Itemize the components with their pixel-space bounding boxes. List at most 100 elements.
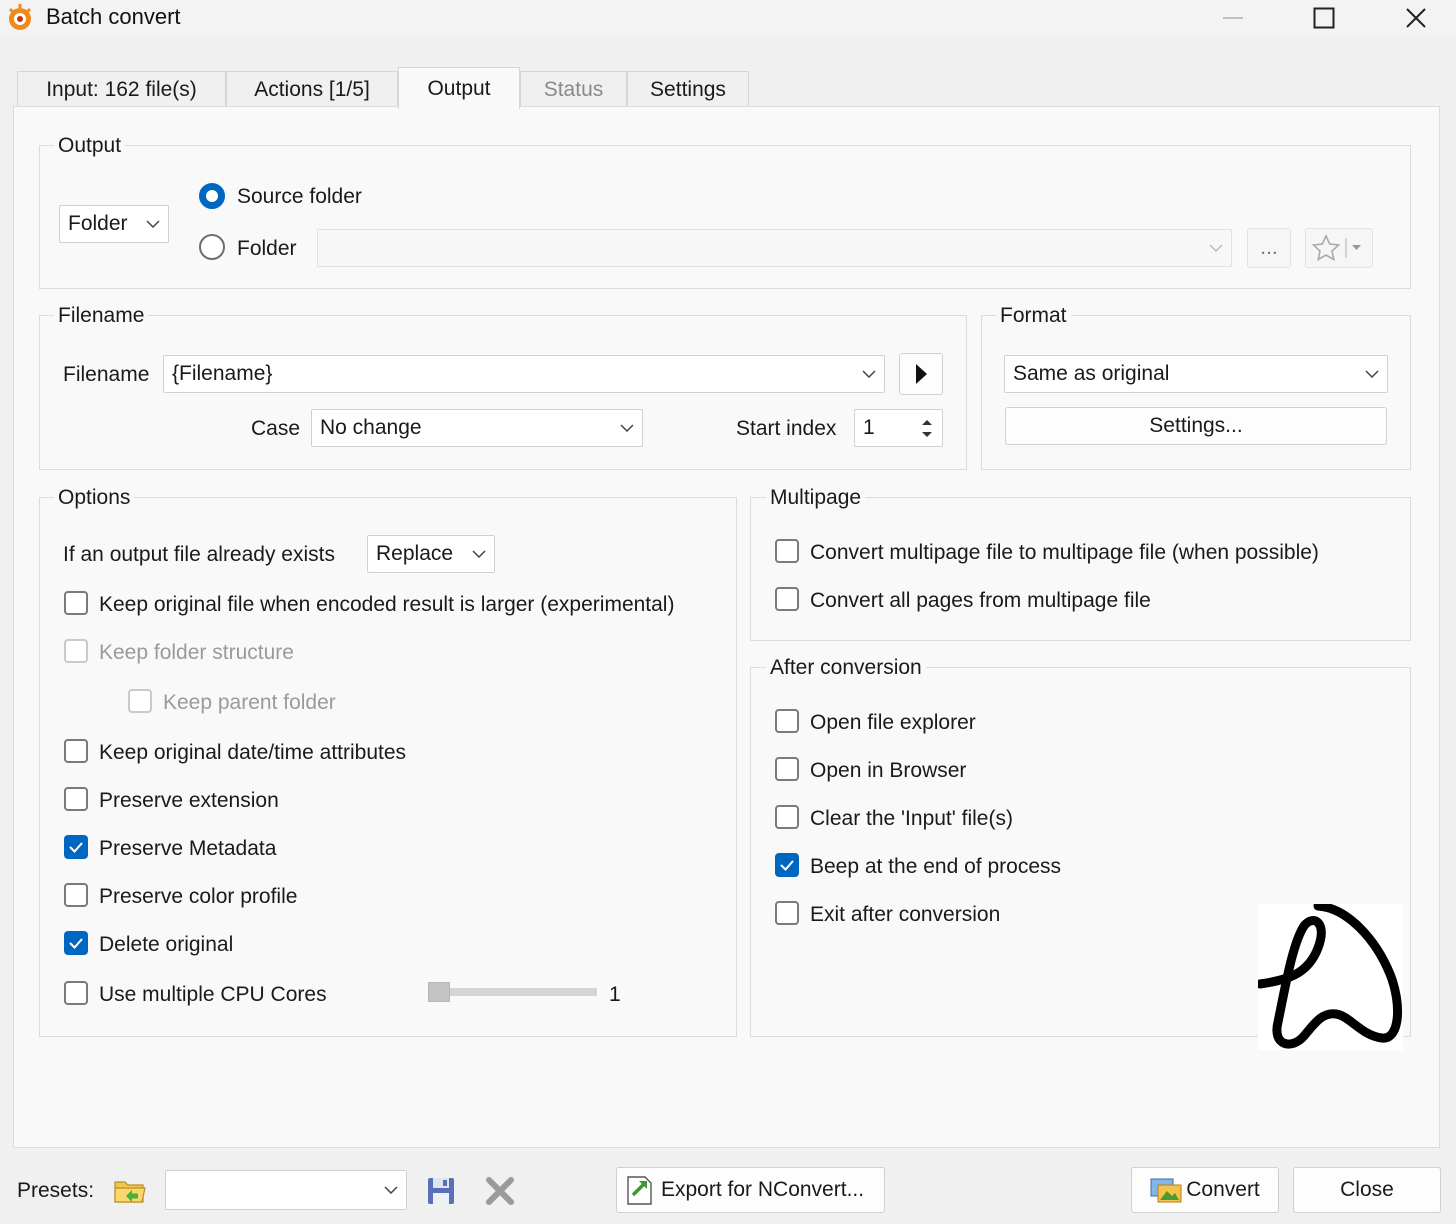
multipage-group-label: Multipage xyxy=(766,487,866,509)
exit-after-conversion-label: Exit after conversion xyxy=(810,903,1001,926)
filename-group-label: Filename xyxy=(54,305,149,327)
signature-logo-icon xyxy=(1255,901,1403,1049)
preserve-color-profile-checkbox[interactable] xyxy=(64,883,88,907)
open-in-browser-checkbox[interactable] xyxy=(775,757,799,781)
folder-radio[interactable] xyxy=(199,234,225,260)
keep-folder-structure-label: Keep folder structure xyxy=(99,641,294,664)
spin-arrows-icon[interactable] xyxy=(912,410,942,446)
start-index-label: Start index xyxy=(736,417,837,440)
star-icon xyxy=(1311,234,1361,262)
file-exists-select[interactable]: Replace xyxy=(367,535,495,573)
output-group-label: Output xyxy=(54,135,126,157)
chevron-down-icon xyxy=(854,370,884,378)
filename-label: Filename xyxy=(63,363,150,386)
keep-original-larger-label: Keep original file when encoded result i… xyxy=(99,593,675,616)
cpu-cores-value: 1 xyxy=(609,983,621,1006)
keep-original-larger-checkbox[interactable] xyxy=(64,591,88,615)
xnview-logo-icon xyxy=(8,4,32,30)
presets-label: Presets: xyxy=(17,1179,95,1202)
keep-folder-structure-checkbox xyxy=(64,639,88,663)
output-type-select[interactable]: Folder xyxy=(59,205,169,243)
format-settings-button[interactable]: Settings... xyxy=(1005,407,1387,445)
save-disk-icon xyxy=(428,1178,454,1204)
maximize-button[interactable] xyxy=(1278,0,1370,36)
browse-folder-button[interactable]: ... xyxy=(1247,228,1291,268)
close-button[interactable]: Close xyxy=(1293,1167,1441,1213)
insert-variable-button[interactable] xyxy=(899,353,943,395)
tab-output[interactable]: Output xyxy=(398,67,520,109)
case-label: Case xyxy=(251,417,301,440)
chevron-down-icon xyxy=(612,424,642,432)
delete-x-icon xyxy=(486,1177,514,1205)
multiple-cpu-cores-label: Use multiple CPU Cores xyxy=(99,983,327,1006)
convert-images-icon xyxy=(1150,1178,1182,1203)
cpu-cores-slider[interactable] xyxy=(430,988,597,996)
chevron-down-icon xyxy=(1201,244,1231,252)
open-file-explorer-checkbox[interactable] xyxy=(775,709,799,733)
start-index-spinbox[interactable]: 1 xyxy=(854,409,943,447)
keep-parent-folder-checkbox xyxy=(128,689,152,713)
format-group-label: Format xyxy=(996,305,1071,327)
open-preset-button[interactable] xyxy=(113,1174,147,1206)
window-title: Batch convert xyxy=(46,4,181,29)
beep-at-end-checkbox[interactable] xyxy=(775,853,799,877)
maximize-icon xyxy=(1313,7,1335,29)
keep-date-time-label: Keep original date/time attributes xyxy=(99,741,407,764)
play-arrow-icon xyxy=(916,364,927,384)
preserve-extension-checkbox[interactable] xyxy=(64,787,88,811)
case-select[interactable]: No change xyxy=(311,409,643,447)
preserve-metadata-label: Preserve Metadata xyxy=(99,837,277,860)
chevron-down-icon xyxy=(1357,370,1387,378)
preserve-metadata-checkbox[interactable] xyxy=(64,835,88,859)
export-nconvert-button[interactable]: Export for NConvert... xyxy=(616,1167,885,1213)
filename-pattern-input[interactable]: {Filename} xyxy=(163,355,885,393)
tab-actions[interactable]: Actions [1/5] xyxy=(226,71,398,107)
tab-settings[interactable]: Settings xyxy=(627,71,749,107)
after-conversion-group-label: After conversion xyxy=(766,657,926,679)
source-folder-radio[interactable] xyxy=(199,183,225,209)
convert-all-pages-checkbox[interactable] xyxy=(775,587,799,611)
folder-open-icon xyxy=(114,1181,146,1203)
presets-select[interactable] xyxy=(165,1170,407,1210)
convert-button[interactable]: Convert xyxy=(1131,1167,1279,1213)
multiple-cpu-cores-checkbox[interactable] xyxy=(64,981,88,1005)
format-select[interactable]: Same as original xyxy=(1004,355,1388,393)
multipage-to-multipage-checkbox[interactable] xyxy=(775,539,799,563)
file-exists-label: If an output file already exists xyxy=(63,543,335,566)
clear-input-files-label: Clear the 'Input' file(s) xyxy=(810,807,1013,830)
checkmark-icon xyxy=(69,842,83,853)
cpu-cores-slider-thumb[interactable] xyxy=(428,982,450,1002)
delete-original-label: Delete original xyxy=(99,933,234,956)
clear-input-files-checkbox[interactable] xyxy=(775,805,799,829)
close-icon xyxy=(1406,8,1426,28)
open-file-explorer-label: Open file explorer xyxy=(810,711,976,734)
folder-path-input[interactable] xyxy=(317,229,1232,267)
minimize-button[interactable] xyxy=(1187,0,1279,36)
multipage-group xyxy=(750,497,1411,641)
save-preset-button[interactable] xyxy=(426,1176,456,1206)
delete-preset-button[interactable] xyxy=(485,1176,515,1206)
minimize-icon xyxy=(1223,17,1243,19)
source-folder-label: Source folder xyxy=(237,185,362,208)
chevron-down-icon xyxy=(376,1186,406,1194)
convert-all-pages-label: Convert all pages from multipage file xyxy=(810,589,1151,612)
close-window-button[interactable] xyxy=(1370,0,1456,36)
checkmark-icon xyxy=(780,860,794,871)
preserve-extension-label: Preserve extension xyxy=(99,789,279,812)
chevron-down-icon xyxy=(138,220,168,228)
chevron-down-icon xyxy=(464,550,494,558)
options-group-label: Options xyxy=(54,487,135,509)
output-group xyxy=(39,145,1411,289)
keep-date-time-checkbox[interactable] xyxy=(64,739,88,763)
multipage-to-multipage-label: Convert multipage file to multipage file… xyxy=(810,541,1319,564)
keep-parent-folder-label: Keep parent folder xyxy=(163,691,336,714)
exit-after-conversion-checkbox[interactable] xyxy=(775,901,799,925)
delete-original-checkbox[interactable] xyxy=(64,931,88,955)
preserve-color-profile-label: Preserve color profile xyxy=(99,885,298,908)
export-document-icon xyxy=(627,1176,652,1205)
favorite-folders-button[interactable] xyxy=(1305,228,1373,268)
tab-status: Status xyxy=(520,71,627,107)
open-in-browser-label: Open in Browser xyxy=(810,759,967,782)
tab-input[interactable]: Input: 162 file(s) xyxy=(17,71,226,107)
beep-at-end-label: Beep at the end of process xyxy=(810,855,1062,878)
